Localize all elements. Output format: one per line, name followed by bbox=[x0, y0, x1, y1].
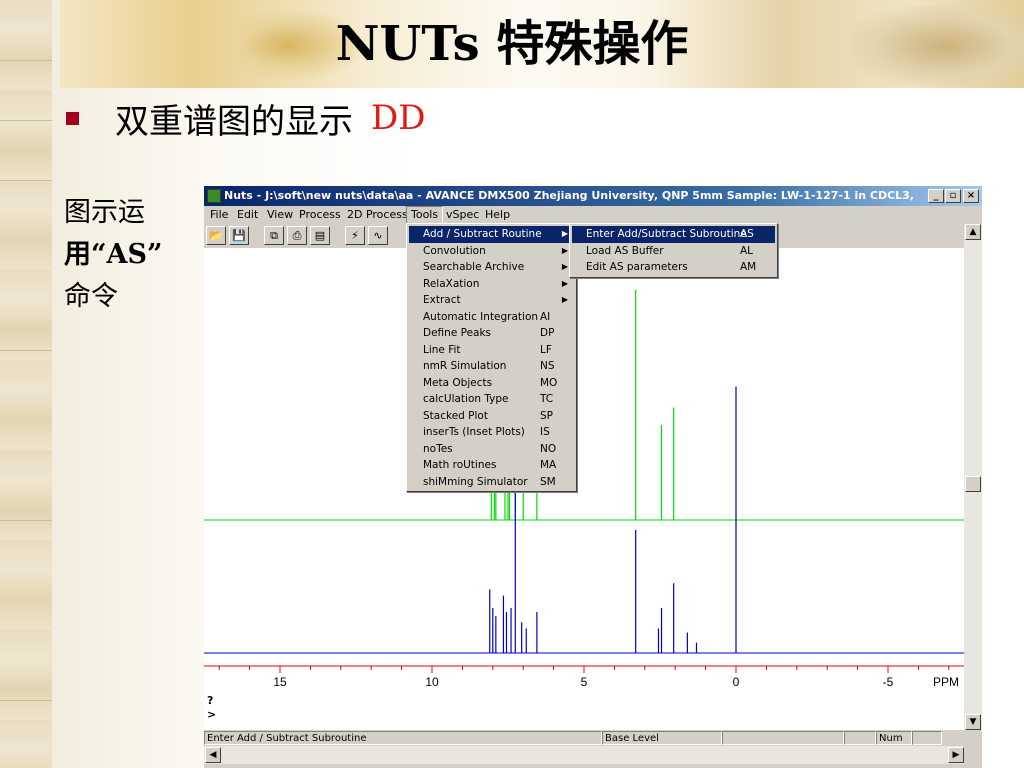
window-titlebar[interactable]: Nuts - J:\soft\new nuts\data\aa - AVANCE… bbox=[204, 186, 982, 206]
side-note-line: 用“AS” bbox=[64, 239, 163, 270]
close-button[interactable]: × bbox=[963, 189, 979, 203]
status-num: Num bbox=[876, 731, 912, 745]
square-bullet-icon bbox=[66, 111, 79, 125]
spectrum-plot[interactable]: 15 10 5 0 -5 PPM bbox=[204, 248, 964, 726]
texture-line bbox=[0, 520, 52, 521]
menu-file[interactable]: File bbox=[206, 206, 232, 224]
tools-menu-item[interactable]: Meta Objects MO bbox=[409, 375, 574, 392]
axis-unit-label: PPM bbox=[933, 675, 959, 689]
menu-tools[interactable]: Tools bbox=[406, 206, 444, 224]
tools-menu-item[interactable]: Automatic Integration AI bbox=[409, 309, 574, 326]
ppm-axis: 15 10 5 0 -5 PPM bbox=[204, 665, 964, 689]
axis-tick-label: 5 bbox=[581, 675, 588, 689]
tools-menu-item[interactable]: Searchable Archive ▶ bbox=[409, 259, 574, 276]
submenu-item-enter-as[interactable]: Enter Add/Subtract Subroutine AS bbox=[572, 226, 775, 243]
minimize-button[interactable]: _ bbox=[928, 189, 944, 203]
axis-tick-label: 10 bbox=[425, 675, 439, 689]
axis-tick-label: 15 bbox=[273, 675, 287, 689]
tools-menu-item[interactable]: Convolution ▶ bbox=[409, 243, 574, 260]
command-console[interactable]: ? > bbox=[204, 694, 964, 730]
green-spectrum bbox=[204, 270, 964, 521]
scroll-right-button[interactable]: ▶ bbox=[948, 747, 964, 763]
vertical-scrollbar[interactable]: ▲ ▼ bbox=[964, 224, 982, 730]
menu-edit[interactable]: Edit bbox=[233, 206, 262, 224]
menu-process[interactable]: Process bbox=[295, 206, 345, 224]
submenu-arrow-icon: ▶ bbox=[561, 278, 568, 288]
menu-view[interactable]: View bbox=[263, 206, 297, 224]
status-message: Enter Add / Subtract Subroutine bbox=[204, 731, 602, 745]
submenu-item-edit-as[interactable]: Edit AS parameters AM bbox=[572, 259, 775, 276]
tools-menu-item[interactable]: Line Fit LF bbox=[409, 342, 574, 359]
console-prompt[interactable]: > bbox=[204, 708, 964, 722]
texture-line bbox=[0, 700, 52, 701]
spectrum-canvas[interactable]: 15 10 5 0 -5 PPM bbox=[204, 248, 964, 694]
nuts-window: Nuts - J:\soft\new nuts\data\aa - AVANCE… bbox=[204, 186, 982, 768]
phase-icon[interactable]: ∿ bbox=[368, 226, 388, 245]
submenu-arrow-icon: ▶ bbox=[561, 245, 568, 255]
scroll-left-button[interactable]: ◀ bbox=[205, 747, 221, 763]
tools-menu-item[interactable]: Add / Subtract Routine ▶ bbox=[409, 226, 574, 243]
save-icon[interactable]: 💾 bbox=[229, 226, 249, 245]
tools-menu-item[interactable]: nmR Simulation NS bbox=[409, 358, 574, 375]
status-field bbox=[844, 731, 876, 745]
scroll-down-button[interactable]: ▼ bbox=[965, 714, 981, 730]
app-icon bbox=[207, 189, 221, 203]
menu-2d-process[interactable]: 2D Process bbox=[343, 206, 412, 224]
tools-menu-item[interactable]: shiMming Simulator SM bbox=[409, 474, 574, 491]
axis-tick-label: -5 bbox=[883, 675, 894, 689]
fourier-transform-icon[interactable]: ⚡ bbox=[345, 226, 365, 245]
submenu-arrow-icon: ▶ bbox=[561, 295, 568, 304]
submenu-arrow-icon: ▶ bbox=[561, 262, 568, 271]
tools-menu-item[interactable]: Math roUtines MA bbox=[409, 457, 574, 474]
console-line: ? bbox=[207, 694, 214, 707]
tools-menu-item[interactable]: inserTs (Inset Plots) IS bbox=[409, 424, 574, 441]
tools-menu-item[interactable]: noTes NO bbox=[409, 441, 574, 458]
submenu-arrow-icon: ▶ bbox=[561, 229, 568, 238]
bullet-accent: DD bbox=[371, 98, 426, 138]
axis-tick-label: 0 bbox=[733, 675, 740, 689]
bullet-heading: 双重谱图的显示 DD bbox=[66, 96, 426, 142]
scroll-up-button[interactable]: ▲ bbox=[965, 224, 981, 240]
submenu-item-load-as[interactable]: Load AS Buffer AL bbox=[572, 243, 775, 260]
open-folder-icon[interactable]: 📂 bbox=[206, 226, 226, 245]
menu-help[interactable]: Help bbox=[481, 206, 514, 224]
status-field bbox=[912, 731, 942, 745]
bullet-text: 双重谱图的显示 bbox=[115, 101, 353, 142]
menu-vspec[interactable]: vSpec bbox=[442, 206, 483, 224]
restore-button[interactable]: ▫ bbox=[945, 189, 961, 203]
tools-menu-item[interactable]: calcUlation Type TC bbox=[409, 391, 574, 408]
menubar: File Edit View Process 2D Process Tools … bbox=[204, 206, 982, 224]
copy-icon[interactable]: ⧉ bbox=[264, 226, 284, 245]
scroll-thumb[interactable] bbox=[965, 476, 981, 492]
print-icon[interactable]: ⎙ bbox=[287, 226, 307, 245]
tools-menu-item[interactable]: Define Peaks DP bbox=[409, 325, 574, 342]
window-title: Nuts - J:\soft\new nuts\data\aa - AVANCE… bbox=[224, 189, 914, 202]
statusbar: Enter Add / Subtract Subroutine Base Lev… bbox=[204, 730, 982, 746]
tools-menu-item[interactable]: RelaXation ▶ bbox=[409, 276, 574, 293]
tools-menu-item[interactable]: Stacked Plot SP bbox=[409, 408, 574, 425]
side-note-line: 命令 bbox=[64, 281, 118, 312]
texture-line bbox=[0, 350, 52, 351]
side-note: 图示运 用“AS” 命令 bbox=[64, 192, 202, 318]
texture-line bbox=[0, 120, 52, 121]
side-note-line: 图示运 bbox=[64, 197, 145, 228]
tools-menu-item[interactable]: Extract ▶ bbox=[409, 292, 574, 309]
texture-line bbox=[0, 180, 52, 181]
slide-title: NUTs 特殊操作 bbox=[335, 16, 689, 72]
horizontal-scrollbar[interactable]: ◀ ▶ bbox=[204, 746, 964, 764]
add-subtract-submenu: Enter Add/Subtract Subroutine AS Load AS… bbox=[569, 223, 778, 278]
tools-dropdown: Add / Subtract Routine ▶ Convolution ▶ Searc… bbox=[406, 223, 577, 492]
properties-icon[interactable]: ▤ bbox=[310, 226, 330, 245]
status-base-level: Base Level bbox=[602, 731, 722, 745]
status-field bbox=[722, 731, 844, 745]
slide-left-texture bbox=[0, 0, 52, 768]
